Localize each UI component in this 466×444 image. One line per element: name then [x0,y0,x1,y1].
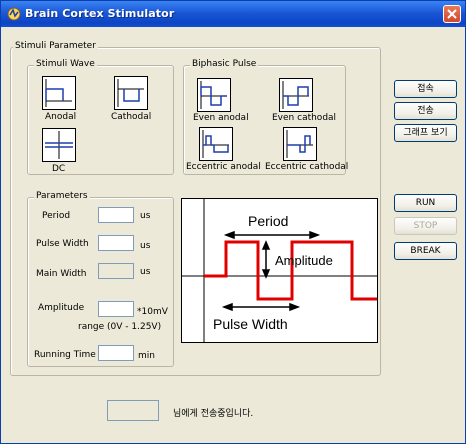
amplitude-arrow [261,240,271,279]
amplitude-label: Amplitude [38,303,85,313]
eccentric-cathodal-icon [286,130,313,158]
anodal-label: Anodal [45,112,77,122]
anodal-wave-icon [45,79,72,107]
pulse-waveform [204,240,377,301]
even-anodal-label: Even anodal [193,113,249,123]
transmit-button[interactable]: 전송 [394,102,457,120]
pulse-graph: Period Amplitude Pulse Width [181,198,378,343]
period-input[interactable] [98,207,134,223]
even-anodal-icon [200,81,227,109]
pulse-graph-svg: Period Amplitude Pulse Width [182,199,377,342]
pulse-width-label: Pulse Width [36,239,89,249]
break-button[interactable]: BREAK [394,242,457,260]
main-width-unit: us [140,267,151,277]
period-label: Period [42,211,71,221]
title-bar: Brain Cortex Stimulator [1,1,465,27]
dc-wave-icon [45,131,73,159]
window-title: Brain Cortex Stimulator [25,7,175,20]
main-width-label: Main Width [36,269,87,279]
main-width-input[interactable] [98,263,134,279]
cathodal-wave-button[interactable] [114,76,148,110]
status-message: 님에게 전송중입니다. [173,409,254,419]
even-cathodal-button[interactable] [279,78,313,112]
pulse-width-arrow [221,302,301,312]
running-time-input[interactable] [98,345,134,361]
graph-amplitude-text: Amplitude [275,253,333,268]
eccentric-anodal-label: Eccentric anodal [186,162,261,172]
period-arrow [223,230,321,240]
eccentric-anodal-button[interactable] [199,127,233,161]
app-window: Brain Cortex Stimulator Stimuli Paramete… [0,0,466,444]
run-button[interactable]: RUN [394,194,457,212]
period-unit: us [140,211,151,221]
dc-wave-button[interactable] [42,128,76,162]
amplitude-range: range (0V - 1.25V) [78,322,162,332]
amplitude-input[interactable] [98,301,134,317]
amplitude-unit: *10mV [137,307,168,317]
eccentric-cathodal-label: Eccentric cathodal [265,162,349,172]
cathodal-label: Cathodal [111,112,152,122]
connect-button[interactable]: 접속 [394,80,457,98]
app-icon [7,7,21,21]
cathodal-wave-icon [117,79,144,107]
even-cathodal-label: Even cathodal [272,113,337,123]
graph-period-text: Period [248,213,288,229]
anodal-wave-button[interactable] [42,76,76,110]
parameters-label: Parameters [34,191,90,201]
close-button[interactable] [443,5,461,23]
running-time-label: Running Time [34,350,96,360]
eccentric-cathodal-button[interactable] [283,127,317,161]
pulse-width-unit: us [140,241,151,251]
even-cathodal-icon [282,81,309,109]
recipient-field[interactable] [107,400,159,421]
pulse-width-input[interactable] [98,235,134,251]
close-icon [447,9,457,19]
stop-button[interactable]: STOP [394,217,457,235]
stimuli-parameter-label: Stimuli Parameter [13,41,98,51]
running-time-unit: min [138,351,155,361]
even-anodal-button[interactable] [197,78,231,112]
graph-view-button[interactable]: 그래프 보기 [394,124,457,142]
dc-label: DC [52,164,66,174]
graph-pulse-width-text: Pulse Width [213,316,288,332]
stimuli-wave-label: Stimuli Wave [34,59,97,69]
eccentric-anodal-icon [202,130,229,158]
biphasic-pulse-label: Biphasic Pulse [190,59,259,69]
